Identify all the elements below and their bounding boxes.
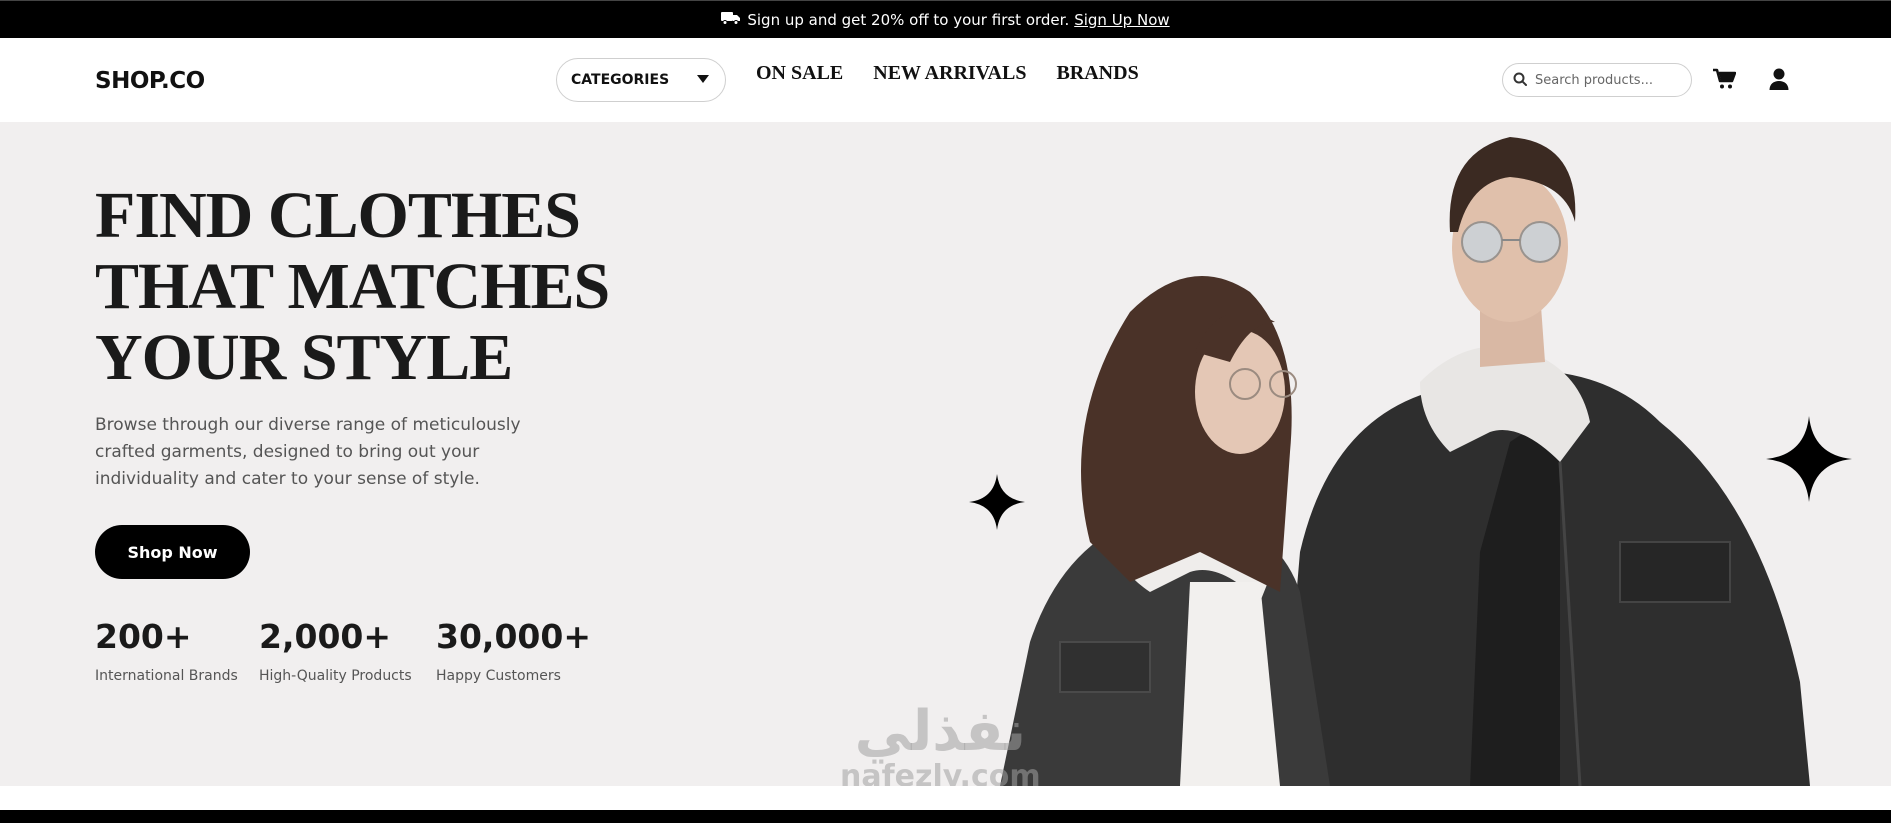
stat-number: 30,000+ [436, 617, 591, 656]
main-nav: ON SALE NEW ARRIVALS BRANDS [756, 62, 1139, 85]
categories-dropdown[interactable]: CATEGORIES [556, 58, 726, 102]
watermark-latin: nafezly.com [840, 759, 1041, 787]
section-divider [0, 786, 1891, 810]
chevron-down-icon [697, 75, 709, 83]
hero-title-line: YOUR STYLE [95, 321, 513, 394]
hero-description: Browse through our diverse range of meti… [95, 415, 521, 489]
stat-number: 200+ [95, 617, 192, 656]
nav-on-sale[interactable]: ON SALE [756, 62, 843, 85]
search-input[interactable] [1535, 72, 1685, 88]
stat-happy-customers: 30,000+ Happy Customers [436, 617, 591, 684]
sign-up-link[interactable]: Sign Up Now [1074, 11, 1169, 29]
announcement-text: Sign up and get 20% off to your first or… [747, 10, 1070, 29]
hero-title-line: FIND CLOTHES [95, 179, 581, 252]
hero-image [1000, 137, 1810, 786]
sparkle-star-icon [1766, 416, 1852, 502]
stat-label: Happy Customers [436, 668, 561, 684]
announcement-bar: Sign up and get 20% off to your first or… [0, 0, 1891, 38]
stat-label: High-Quality Products [259, 668, 412, 684]
brands-strip [0, 810, 1891, 823]
site-header: SHOP.CO CATEGORIES ON SALE NEW ARRIVALS … [0, 38, 1891, 122]
search-icon [1513, 71, 1527, 90]
nav-new-arrivals[interactable]: NEW ARRIVALS [873, 62, 1026, 85]
nav-brands[interactable]: BRANDS [1056, 62, 1138, 85]
sparkle-star-icon [969, 474, 1025, 530]
stat-international-brands: 200+ International Brands [95, 617, 238, 684]
categories-label: CATEGORIES [571, 72, 670, 88]
stat-label: International Brands [95, 668, 238, 684]
logo[interactable]: SHOP.CO [95, 68, 205, 94]
hero-title-line: THAT MATCHES [95, 250, 610, 323]
hero-title: FIND CLOTHES THAT MATCHES YOUR STYLE [95, 180, 655, 393]
shop-now-button[interactable]: Shop Now [95, 525, 250, 579]
stat-number: 2,000+ [259, 617, 392, 656]
search-box[interactable] [1502, 63, 1692, 97]
cart-icon[interactable] [1712, 68, 1737, 94]
user-icon[interactable] [1768, 67, 1790, 95]
watermark-logo: نفذلي nafezly.com [840, 699, 1041, 787]
watermark-arabic: نفذلي [854, 699, 1026, 764]
stat-products: 2,000+ High-Quality Products [259, 617, 412, 684]
truck-icon [721, 11, 741, 29]
hero-section: FIND CLOTHES THAT MATCHES YOUR STYLE Bro… [0, 122, 1891, 786]
